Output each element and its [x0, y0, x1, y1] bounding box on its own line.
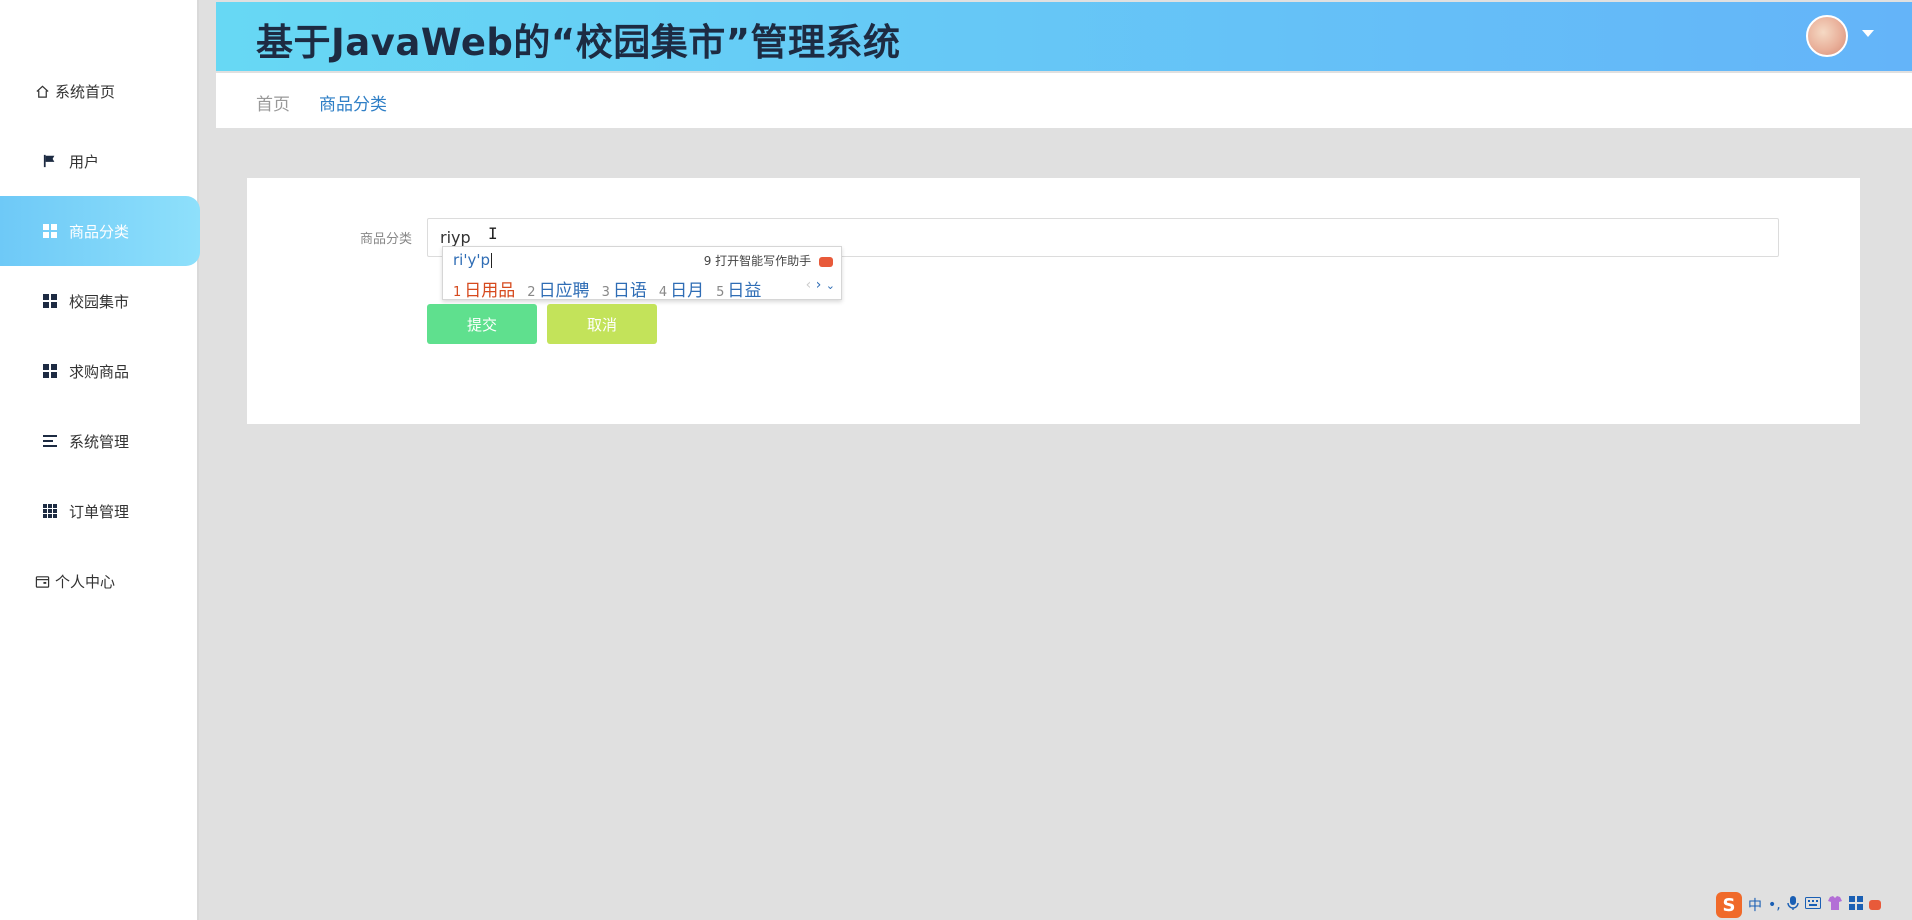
candidate-number: 3: [601, 285, 610, 300]
grid-icon: [41, 222, 59, 240]
breadcrumb: 首页 商品分类: [216, 73, 1912, 128]
candidate-text: 日用品: [464, 281, 516, 301]
top-header: 基于JavaWeb的“校园集市”管理系统: [216, 2, 1912, 71]
ime-candidate[interactable]: 3 日语: [602, 281, 647, 301]
assistant-icon: [819, 256, 833, 267]
cancel-button[interactable]: 取消: [547, 304, 657, 344]
toolbox-grid-icon[interactable]: [1848, 896, 1863, 914]
grid-icon: [41, 292, 59, 310]
sidebar-item-label: 校园集市: [69, 292, 130, 311]
candidate-number: 2: [527, 285, 536, 300]
ime-tray: S 中 •,: [1716, 890, 1912, 920]
sidebar-item-label: 商品分类: [69, 222, 130, 241]
ime-candidate-list: 1 日用品 2 日应聘 3 日语 4 日月 5 日益: [453, 276, 773, 301]
candidate-text: 日应聘: [538, 281, 590, 301]
sidebar-item-label: 系统首页: [55, 82, 116, 101]
ime-punct-toggle[interactable]: •,: [1768, 897, 1781, 913]
form-card: [247, 178, 1860, 424]
category-field-label: 商品分类: [360, 232, 413, 247]
breadcrumb-home[interactable]: 首页: [256, 90, 290, 115]
sidebar-item-users[interactable]: 用户: [0, 126, 199, 196]
grid-icon: [41, 362, 59, 380]
text-cursor-icon: I: [488, 224, 498, 243]
ime-candidate[interactable]: 4 日月: [659, 281, 704, 301]
chevron-right-icon[interactable]: ›: [816, 277, 822, 293]
sidebar-item-label: 系统管理: [69, 432, 130, 451]
category-input-value: riyp: [440, 228, 471, 247]
keyboard-icon[interactable]: [1804, 897, 1821, 913]
avatar[interactable]: [1806, 15, 1848, 57]
ime-candidate[interactable]: 1 日用品: [453, 281, 515, 301]
sidebar-item-profile[interactable]: 个人中心: [0, 546, 199, 616]
ime-assist-button[interactable]: 9 打开智能写作助手: [704, 252, 833, 269]
assistant-icon[interactable]: [1868, 900, 1881, 910]
skin-icon[interactable]: [1827, 896, 1843, 914]
ime-candidate[interactable]: 2 日应聘: [527, 281, 589, 301]
candidate-text: 日益: [727, 281, 762, 301]
breadcrumb-current: 商品分类: [319, 95, 387, 115]
sidebar-item-home[interactable]: 系统首页: [0, 56, 199, 126]
sidebar-item-wanted[interactable]: 求购商品: [0, 336, 199, 406]
sidebar-item-market[interactable]: 校园集市: [0, 266, 199, 336]
ime-candidate[interactable]: 5 日益: [716, 281, 761, 301]
ime-candidate-popup: ri'y'p 9 打开智能写作助手 1 日用品 2 日应聘 3 日语 4 日月 5 日益 ‹ › …: [442, 246, 842, 301]
sidebar-item-label: 订单管理: [69, 502, 130, 521]
ime-composition: ri'y'p: [453, 251, 490, 269]
candidate-text: 日语: [612, 281, 647, 301]
flag-icon: [41, 152, 59, 170]
sidebar-item-label: 用户: [69, 152, 100, 171]
submit-button[interactable]: 提交: [427, 304, 537, 344]
candidate-number: 1: [453, 285, 462, 300]
ime-assist-label: 9 打开智能写作助手: [703, 254, 812, 268]
chevron-left-icon[interactable]: ‹: [806, 277, 812, 293]
candidate-number: 5: [716, 285, 725, 300]
ime-lang-toggle[interactable]: 中: [1748, 895, 1762, 915]
sidebar-item-system[interactable]: 系统管理: [0, 406, 199, 476]
candidate-text: 日月: [670, 281, 705, 301]
home-icon: [33, 82, 51, 100]
sidebar-item-label: 个人中心: [55, 572, 116, 591]
sidebar: 系统首页 用户 商品分类 校园集市 求购商品 系统管理 订单管理 个人中心: [0, 0, 200, 920]
chevron-down-icon[interactable]: [1862, 30, 1874, 37]
sidebar-item-category[interactable]: 商品分类: [0, 196, 200, 266]
menu-lines-icon: [41, 432, 59, 450]
grid-9-icon: [41, 502, 59, 520]
wallet-icon: [33, 572, 51, 590]
page-title: 基于JavaWeb的“校园集市”管理系统: [256, 21, 901, 64]
microphone-icon[interactable]: [1787, 895, 1799, 915]
sidebar-item-label: 求购商品: [69, 362, 130, 381]
candidate-number: 4: [658, 285, 668, 300]
sogou-logo-icon[interactable]: S: [1716, 892, 1742, 918]
ime-page-controls: ‹ › ⌄: [806, 277, 835, 293]
chevron-down-icon[interactable]: ⌄: [826, 279, 835, 292]
sidebar-item-orders[interactable]: 订单管理: [0, 476, 199, 546]
